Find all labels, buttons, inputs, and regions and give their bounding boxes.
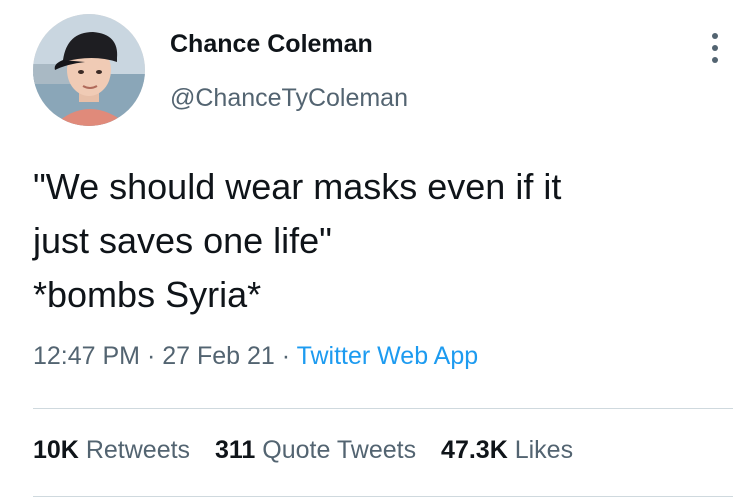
meta-separator: · [274, 342, 297, 370]
tweet-stats: 10K Retweets 311 Quote Tweets 47.3K Like… [33, 436, 591, 465]
author-name[interactable]: Chance Coleman [170, 30, 373, 59]
more-vertical-icon[interactable] [703, 30, 727, 66]
divider [33, 496, 733, 497]
meta-separator: · [140, 342, 163, 370]
retweets-stat[interactable]: 10K Retweets [33, 436, 190, 464]
divider [33, 408, 733, 409]
quote-tweets-stat[interactable]: 311 Quote Tweets [215, 436, 416, 464]
tweet-source-app[interactable]: Twitter Web App [297, 342, 479, 370]
avatar[interactable] [33, 14, 145, 126]
tweet-time[interactable]: 12:47 PM [33, 342, 140, 370]
quote-tweets-count: 311 [215, 436, 256, 464]
likes-stat[interactable]: 47.3K Likes [441, 436, 573, 464]
tweet-text-line: just saves one life" [33, 220, 332, 261]
likes-label: Likes [514, 436, 574, 464]
tweet-text: "We should wear masks even if it just sa… [33, 160, 723, 322]
retweets-count: 10K [33, 436, 79, 464]
tweet-text-line: "We should wear masks even if it [33, 166, 562, 207]
tweet-date[interactable]: 27 Feb 21 [162, 342, 275, 370]
likes-count: 47.3K [441, 436, 508, 464]
tweet-text-line: *bombs Syria* [33, 274, 262, 315]
author-handle[interactable]: @ChanceTyColeman [170, 84, 408, 113]
tweet-meta: 12:47 PM · 27 Feb 21 · Twitter Web App [33, 342, 478, 371]
profile-photo [33, 14, 145, 126]
retweets-label: Retweets [85, 436, 191, 464]
quote-tweets-label: Quote Tweets [262, 436, 417, 464]
tweet-card: Chance Coleman @ChanceTyColeman "We shou… [0, 0, 750, 503]
